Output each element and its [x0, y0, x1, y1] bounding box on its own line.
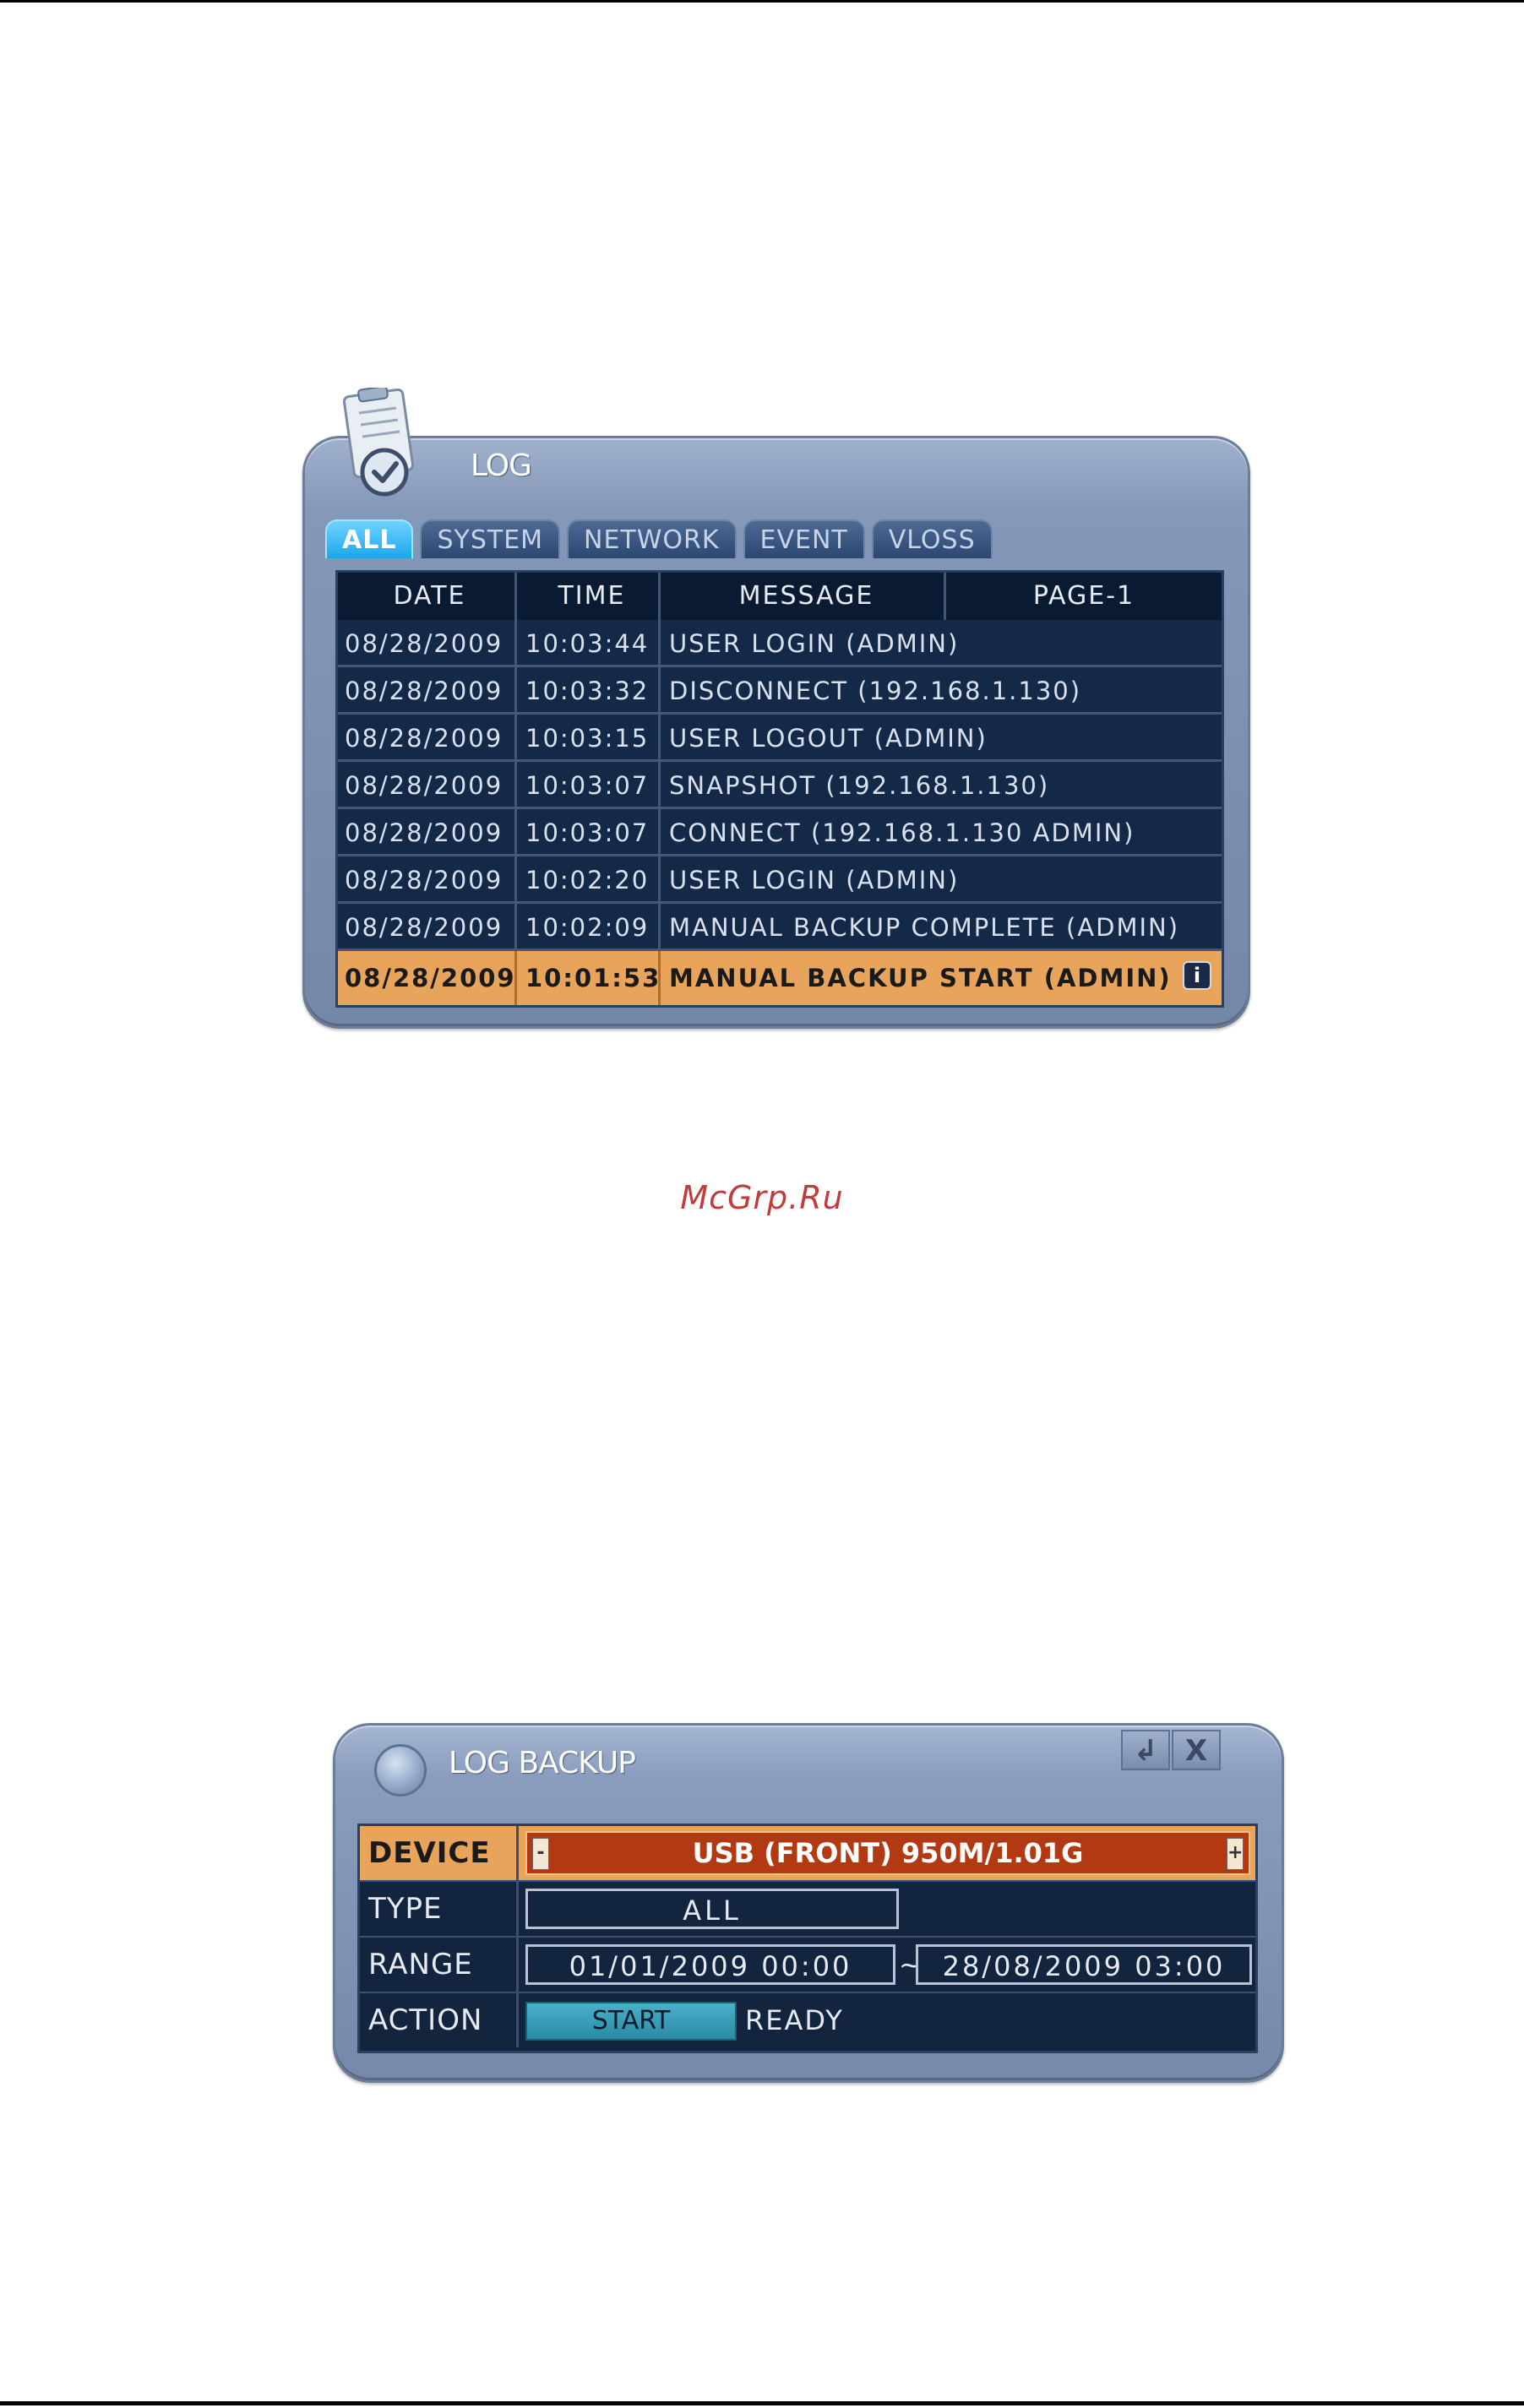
table-row[interactable]: 08/28/2009 10:03:15 USER LOGOUT (ADMIN): [338, 715, 1222, 762]
device-increment-button[interactable]: +: [1227, 1838, 1244, 1870]
table-row[interactable]: 08/28/2009 10:03:44 USER LOGIN (ADMIN): [338, 620, 1222, 667]
log-date: 08/28/2009: [338, 667, 517, 715]
tab-vloss[interactable]: VLOSS: [871, 519, 993, 558]
log-date: 08/28/2009: [338, 904, 517, 951]
type-select[interactable]: ALL: [525, 1889, 899, 1929]
log-time: 10:02:20: [517, 856, 661, 904]
device-row: DEVICE - USB (FRONT) 950M/1.01G +: [360, 1826, 1255, 1882]
log-time: 10:03:44: [517, 620, 661, 667]
watermark-text: McGrp.Ru: [680, 1179, 844, 1216]
range-start-field[interactable]: 01/01/2009 00:00: [525, 1944, 895, 1985]
type-label: TYPE: [360, 1882, 519, 1936]
log-message: CONNECT (192.168.1.130 ADMIN): [669, 818, 1135, 847]
enter-button[interactable]: ↲: [1121, 1730, 1170, 1770]
log-title: LOG: [471, 448, 532, 483]
column-header-time: TIME: [517, 573, 661, 620]
log-date: 08/28/2009: [338, 951, 517, 1005]
table-row[interactable]: 08/28/2009 10:02:09 MANUAL BACKUP COMPLE…: [338, 904, 1222, 951]
device-select[interactable]: - USB (FRONT) 950M/1.01G +: [525, 1831, 1250, 1875]
tab-all[interactable]: ALL: [325, 519, 414, 558]
log-date: 08/28/2009: [338, 620, 517, 667]
action-row: ACTION START READY: [360, 1993, 1255, 2049]
start-button[interactable]: START: [525, 2002, 737, 2041]
table-row[interactable]: 08/28/2009 10:02:20 USER LOGIN (ADMIN): [338, 856, 1222, 904]
log-message: SNAPSHOT (192.168.1.130): [669, 771, 1050, 800]
table-row[interactable]: 08/28/2009 10:03:32 DISCONNECT (192.168.…: [338, 667, 1222, 715]
range-label: RANGE: [360, 1938, 519, 1992]
log-time: 10:02:09: [517, 904, 661, 951]
range-end-field[interactable]: 28/08/2009 03:00: [916, 1944, 1252, 1985]
close-button[interactable]: X: [1172, 1730, 1221, 1770]
tab-system[interactable]: SYSTEM: [420, 519, 561, 558]
log-time: 10:03:07: [517, 762, 661, 809]
log-date: 08/28/2009: [338, 762, 517, 809]
log-message: USER LOGIN (ADMIN): [669, 629, 960, 658]
clipboard-check-icon: [342, 388, 415, 497]
info-icon[interactable]: i: [1183, 961, 1211, 990]
action-label: ACTION: [360, 1993, 519, 2047]
device-label: DEVICE: [360, 1826, 519, 1880]
type-row: TYPE ALL: [360, 1882, 1255, 1938]
log-time: 10:03:07: [517, 809, 661, 856]
tab-event[interactable]: EVENT: [743, 519, 865, 558]
bottom-rule: [0, 2401, 1524, 2405]
tab-network[interactable]: NETWORK: [567, 519, 737, 558]
log-backup-title: LOG BACKUP: [449, 1746, 636, 1780]
backup-status: READY: [745, 2004, 844, 2036]
column-header-date: DATE: [338, 573, 517, 620]
log-backup-window: LOG BACKUP ↲ X DEVICE - USB (FRONT) 950M…: [333, 1723, 1284, 2083]
column-header-message: MESSAGE: [661, 573, 946, 620]
device-value: USB (FRONT) 950M/1.01G: [692, 1837, 1084, 1869]
log-tab-bar: ALL SYSTEM NETWORK EVENT VLOSS: [325, 519, 993, 558]
table-row[interactable]: 08/28/2009 10:03:07 CONNECT (192.168.1.1…: [338, 809, 1222, 856]
device-decrement-button[interactable]: -: [532, 1838, 549, 1870]
log-date: 08/28/2009: [338, 809, 517, 856]
log-date: 08/28/2009: [338, 856, 517, 904]
log-message: USER LOGOUT (ADMIN): [669, 724, 988, 753]
backup-settings-panel: DEVICE - USB (FRONT) 950M/1.01G + TYPE A…: [357, 1824, 1258, 2053]
table-header: DATE TIME MESSAGE PAGE-1: [338, 573, 1222, 620]
page-indicator: PAGE-1: [946, 573, 1222, 620]
table-row-selected[interactable]: 08/28/2009 10:01:53 MANUAL BACKUP START …: [338, 951, 1222, 1005]
log-time: 10:03:15: [517, 715, 661, 762]
log-time: 10:03:32: [517, 667, 661, 715]
window-orb-icon: [374, 1744, 427, 1796]
log-message: MANUAL BACKUP START (ADMIN): [669, 964, 1172, 992]
log-date: 08/28/2009: [338, 715, 517, 762]
range-row: RANGE 01/01/2009 00:00 ~ 28/08/2009 03:0…: [360, 1938, 1255, 1993]
top-rule: [0, 0, 1524, 3]
log-window: LOG ALL SYSTEM NETWORK EVENT VLOSS DATE …: [302, 388, 1250, 1029]
log-time: 10:01:53: [517, 951, 661, 1005]
table-row[interactable]: 08/28/2009 10:03:07 SNAPSHOT (192.168.1.…: [338, 762, 1222, 809]
log-message: USER LOGIN (ADMIN): [669, 866, 960, 894]
log-table: DATE TIME MESSAGE PAGE-1 08/28/2009 10:0…: [335, 570, 1224, 1008]
log-message: MANUAL BACKUP COMPLETE (ADMIN): [669, 913, 1180, 942]
log-message: DISCONNECT (192.168.1.130): [669, 677, 1082, 705]
